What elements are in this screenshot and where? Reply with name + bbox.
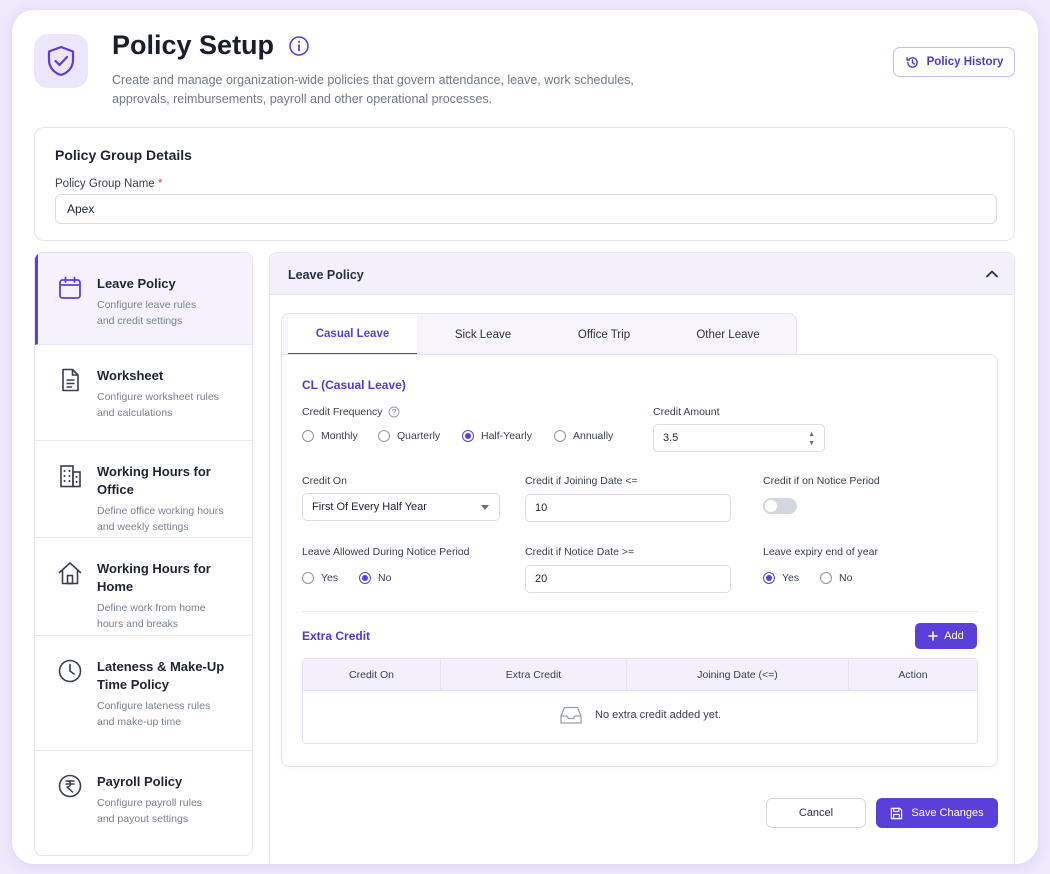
shield-check-icon [34, 34, 88, 88]
sidebar-item-desc: Configure leave rules and credit settings [97, 299, 197, 327]
leave-type-tabs: Casual Leave Sick Leave Office Trip Othe… [281, 313, 797, 355]
radio-expiry-no[interactable]: No [820, 572, 852, 584]
sidebar-item-working-hours-office[interactable]: Working Hours for Office Define office w… [35, 441, 252, 538]
leave-expiry-radios: Yes No [763, 572, 852, 584]
notice-date-input[interactable]: 20 [525, 565, 731, 593]
column-joining-date: Joining Date (<=) [627, 659, 849, 691]
column-extra-credit: Extra Credit [441, 659, 627, 691]
radio-half-yearly[interactable]: Half-Yearly [462, 430, 554, 442]
tab-other-leave[interactable]: Other Leave [659, 314, 797, 355]
sidebar-item-desc: Configure worksheet rules and calculation… [97, 391, 219, 419]
clipped-field-label [288, 860, 418, 864]
leave-notice-label: Leave Allowed During Notice Period [302, 546, 470, 558]
policy-history-button[interactable]: Policy History [893, 47, 1015, 77]
policy-group-name-input[interactable]: Apex [55, 194, 997, 224]
leave-policy-panel: Leave Policy Casual Leave Sick Leave Off… [269, 252, 1015, 864]
radio-leave-notice-no[interactable]: No [359, 572, 391, 584]
credit-frequency-radios: Monthly Quarterly Half-Yearly Annually [302, 430, 613, 442]
radio-expiry-yes[interactable]: Yes [763, 572, 820, 584]
sidebar-item-working-hours-home[interactable]: Working Hours for Home Define work from … [35, 538, 252, 636]
extra-credit-title: Extra Credit [302, 629, 371, 643]
column-credit-on: Credit On [303, 659, 441, 691]
calendar-icon [59, 276, 81, 299]
radio-leave-notice-yes[interactable]: Yes [302, 572, 359, 584]
joining-date-label: Credit if Joining Date <= [525, 475, 638, 487]
panel-title: Leave Policy [288, 268, 364, 282]
stepper-arrows-icon[interactable]: ▲ ▼ [808, 430, 815, 448]
notice-period-toggle[interactable] [763, 498, 797, 514]
save-icon [891, 807, 903, 819]
casual-leave-form: CL (Casual Leave) Credit Frequency Month… [281, 354, 998, 767]
column-action: Action [898, 669, 928, 681]
sidebar-item-desc: Define work from home hours and breaks [97, 602, 206, 630]
sidebar-item-desc: Configure lateness rules and make-up time [97, 700, 211, 728]
document-icon [62, 368, 79, 392]
sidebar-item-worksheet[interactable]: Worksheet Configure worksheet rules and c… [35, 345, 252, 441]
add-extra-credit-button[interactable]: Add [915, 623, 977, 649]
sidebar-item-desc: Define office working hours and weekly se… [97, 505, 224, 533]
clipped-toggle [516, 859, 548, 864]
notice-date-label: Credit if Notice Date >= [525, 546, 635, 558]
page-subtitle: Create and manage organization-wide poli… [112, 73, 634, 106]
credit-on-label: Credit On [302, 475, 347, 487]
dropdown-caret-icon [481, 505, 489, 510]
building-icon [60, 465, 81, 488]
policy-group-card: Policy Group Details Policy Group Name *… [34, 127, 1015, 241]
credit-amount-input[interactable]: 3.5 ▲ ▼ [653, 424, 825, 452]
sidebar-item-title: Working Hours for Office [97, 464, 211, 497]
save-changes-button[interactable]: Save Changes [876, 798, 998, 828]
inbox-icon [560, 706, 582, 724]
sidebar-item-title: Leave Policy [97, 276, 176, 291]
tab-sick-leave[interactable]: Sick Leave [417, 314, 549, 355]
plus-icon [928, 631, 938, 641]
sidebar-item-desc: Configure payroll rules and payout settin… [97, 797, 203, 825]
sidebar-item-title: Working Hours for Home [97, 561, 211, 594]
history-icon [906, 56, 918, 68]
policy-sidebar: Leave Policy Configure leave rules and cr… [34, 252, 253, 856]
sidebar-item-title: Worksheet [97, 368, 164, 383]
joining-date-input[interactable]: 10 [525, 494, 731, 522]
policy-history-label: Policy History [926, 56, 1004, 68]
info-icon[interactable] [288, 35, 310, 57]
policy-group-name-label: Policy Group Name * [55, 178, 162, 190]
radio-annually[interactable]: Annually [554, 430, 613, 442]
policy-group-title: Policy Group Details [55, 147, 192, 163]
page-title-text: Policy Setup [112, 30, 275, 60]
radio-monthly[interactable]: Monthly [302, 430, 378, 442]
clock-icon [58, 659, 82, 683]
section-divider [302, 611, 978, 612]
sidebar-item-title: Payroll Policy [97, 774, 183, 789]
credit-frequency-label: Credit Frequency [302, 406, 400, 418]
notice-period-label: Credit if on Notice Period [763, 475, 880, 487]
tab-casual-leave[interactable]: Casual Leave [288, 314, 417, 355]
cancel-button[interactable]: Cancel [766, 798, 866, 828]
sidebar-item-title: Lateness & Make-Up Time Policy [97, 659, 225, 692]
empty-state: No extra credit added yet. [303, 705, 977, 725]
empty-state-text: No extra credit added yet. [595, 709, 721, 721]
rupee-icon [58, 774, 82, 798]
section-title-casual-leave: CL (Casual Leave) [302, 378, 406, 392]
table-header: Credit On Extra Credit Joining Date (<=)… [303, 659, 977, 691]
sidebar-item-lateness-makeup[interactable]: Lateness & Make-Up Time Policy Configure … [35, 636, 252, 751]
page-title: Policy Setup [112, 30, 310, 61]
home-icon [58, 562, 82, 585]
policy-group-name-label-text: Policy Group Name [55, 178, 155, 190]
credit-on-select[interactable]: First Of Every Half Year [302, 493, 500, 521]
sidebar-item-leave-policy[interactable]: Leave Policy Configure leave rules and cr… [35, 253, 252, 345]
leave-notice-radios: Yes No [302, 572, 391, 584]
credit-amount-label: Credit Amount [653, 406, 720, 418]
chevron-up-icon[interactable] [984, 266, 1000, 282]
help-icon[interactable] [388, 406, 400, 418]
extra-credit-table: Credit On Extra Credit Joining Date (<=)… [302, 658, 978, 744]
app-window: Policy Setup Create and manage organizat… [12, 10, 1038, 864]
tab-office-trip[interactable]: Office Trip [549, 314, 659, 355]
radio-quarterly[interactable]: Quarterly [378, 430, 462, 442]
required-mark: * [157, 178, 163, 190]
leave-policy-panel-header[interactable]: Leave Policy [270, 253, 1014, 295]
sidebar-item-payroll-policy[interactable]: Payroll Policy Configure payroll rules an… [35, 751, 252, 855]
leave-expiry-label: Leave expiry end of year [763, 546, 878, 558]
